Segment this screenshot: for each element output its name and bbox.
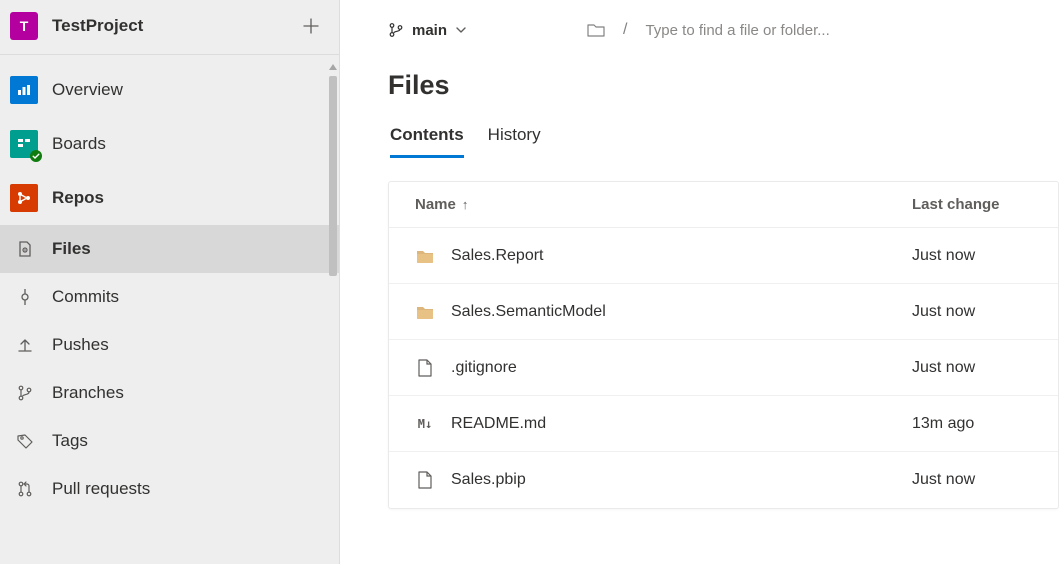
file-listing: Name ↑ Last change Sales.ReportJust nowS… <box>388 181 1059 509</box>
add-project-button[interactable] <box>299 18 323 34</box>
nav-repos-label: Repos <box>52 188 104 208</box>
file-name: Sales.pbip <box>451 471 912 489</box>
repos-subnav: Files Commits Pushes Branches <box>0 225 339 513</box>
scroll-thumb[interactable] <box>329 76 337 276</box>
file-icon <box>415 359 435 377</box>
breadcrumb-separator: / <box>623 21 627 39</box>
folder-icon <box>415 248 435 264</box>
nav-overview[interactable]: Overview <box>0 63 339 117</box>
subnav-tags[interactable]: Tags <box>0 417 339 465</box>
subnav-branches[interactable]: Branches <box>0 369 339 417</box>
file-row[interactable]: M↓ README.md13m ago <box>389 396 1058 452</box>
project-title[interactable]: TestProject <box>52 16 299 36</box>
file-listing-header: Name ↑ Last change <box>389 182 1058 228</box>
file-last-change: Just now <box>912 359 1032 377</box>
path-search-input[interactable] <box>645 22 965 39</box>
nav-list: Overview Boards Repos Files <box>0 55 339 513</box>
file-name: .gitignore <box>451 359 912 377</box>
subnav-commits[interactable]: Commits <box>0 273 339 321</box>
branch-picker[interactable]: main <box>388 22 467 39</box>
nav-boards-label: Boards <box>52 134 106 154</box>
tags-icon <box>14 432 36 450</box>
subnav-branches-label: Branches <box>52 383 124 403</box>
file-icon <box>415 471 435 489</box>
file-name: Sales.Report <box>451 247 912 265</box>
subnav-pull-requests[interactable]: Pull requests <box>0 465 339 513</box>
branch-name: main <box>412 22 447 39</box>
column-header-last-change[interactable]: Last change <box>912 196 1032 213</box>
nav-overview-label: Overview <box>52 80 123 100</box>
file-row[interactable]: Sales.pbipJust now <box>389 452 1058 508</box>
breadcrumb: main / <box>388 12 1059 48</box>
folder-icon <box>415 304 435 320</box>
file-last-change: Just now <box>912 471 1032 489</box>
scroll-up-icon <box>329 64 337 70</box>
project-avatar[interactable]: T <box>10 12 38 40</box>
root-folder-icon[interactable] <box>587 22 605 38</box>
tab-history[interactable]: History <box>488 125 541 158</box>
nav-repos[interactable]: Repos <box>0 171 339 225</box>
subnav-commits-label: Commits <box>52 287 119 307</box>
sidebar-scrollbar[interactable] <box>329 62 337 564</box>
column-header-name-label: Name <box>415 196 456 213</box>
repos-icon <box>15 189 33 207</box>
sidebar-header: T TestProject <box>0 0 339 55</box>
subnav-pushes-label: Pushes <box>52 335 109 355</box>
files-icon <box>14 240 36 258</box>
subnav-tags-label: Tags <box>52 431 88 451</box>
sidebar: T TestProject Overview Boards Repos <box>0 0 340 564</box>
file-name: Sales.SemanticModel <box>451 303 912 321</box>
markdown-icon: M↓ <box>415 417 435 431</box>
subnav-pushes[interactable]: Pushes <box>0 321 339 369</box>
branches-icon <box>14 384 36 402</box>
sort-ascending-icon: ↑ <box>462 197 469 212</box>
file-row[interactable]: Sales.SemanticModelJust now <box>389 284 1058 340</box>
subnav-files[interactable]: Files <box>0 225 339 273</box>
pushes-icon <box>14 336 36 354</box>
page-title: Files <box>388 70 1059 101</box>
column-header-name[interactable]: Name ↑ <box>415 196 912 213</box>
pull-requests-icon <box>14 480 36 498</box>
file-last-change: Just now <box>912 247 1032 265</box>
plus-icon <box>303 18 319 34</box>
file-last-change: 13m ago <box>912 415 1032 433</box>
commits-icon <box>14 288 36 306</box>
subnav-pull-requests-label: Pull requests <box>52 479 150 499</box>
file-row[interactable]: Sales.ReportJust now <box>389 228 1058 284</box>
file-row[interactable]: .gitignoreJust now <box>389 340 1058 396</box>
tabs: Contents History <box>388 125 1059 159</box>
nav-boards[interactable]: Boards <box>0 117 339 171</box>
main-content: main / Files Contents History Name ↑ Las… <box>340 0 1059 564</box>
tab-contents[interactable]: Contents <box>390 125 464 158</box>
overview-icon <box>15 81 33 99</box>
subnav-files-label: Files <box>52 239 91 259</box>
file-name: README.md <box>451 415 912 433</box>
chevron-down-icon <box>455 24 467 36</box>
file-last-change: Just now <box>912 303 1032 321</box>
branch-icon <box>388 22 404 38</box>
